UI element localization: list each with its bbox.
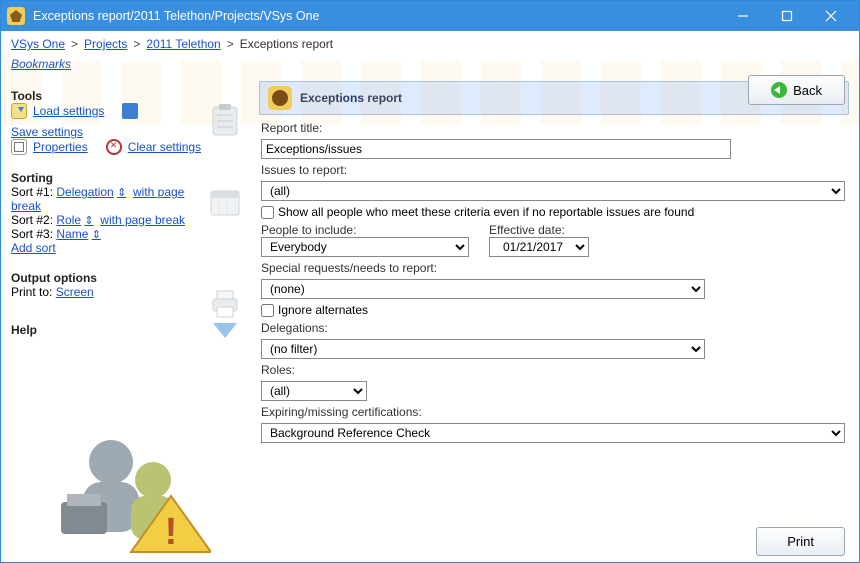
- issues-select[interactable]: (all): [261, 181, 845, 201]
- sort-row-2: Sort #2: Role ⇕ with page break: [11, 213, 207, 227]
- sort2-field-link[interactable]: Role: [56, 213, 81, 227]
- chevron-down-icon[interactable]: [207, 311, 243, 347]
- load-icon: [11, 103, 27, 119]
- properties-icon: [11, 139, 27, 155]
- report-title-label: Report title:: [261, 121, 847, 135]
- maximize-button[interactable]: [765, 1, 809, 31]
- app-window: Exceptions report/2011 Telethon/Projects…: [0, 0, 860, 563]
- window-title: Exceptions report/2011 Telethon/Projects…: [33, 9, 721, 23]
- print-button[interactable]: Print: [756, 527, 845, 556]
- sort-row-1: Sort #1: Delegation ⇕ with page break: [11, 185, 207, 213]
- sort3-direction[interactable]: ⇕: [92, 229, 101, 241]
- close-button[interactable]: [809, 1, 853, 31]
- delegations-label: Delegations:: [261, 321, 847, 335]
- effective-date-picker[interactable]: 01/21/2017: [489, 237, 589, 257]
- people-select[interactable]: Everybody: [261, 237, 469, 257]
- certs-label: Expiring/missing certifications:: [261, 405, 847, 419]
- special-select[interactable]: (none): [261, 279, 705, 299]
- show-all-checkbox-row[interactable]: Show all people who meet these criteria …: [261, 205, 847, 219]
- sort2-break-link[interactable]: with page break: [100, 213, 185, 227]
- clipboard-icon: [207, 103, 243, 139]
- clear-icon: [106, 139, 122, 155]
- special-label: Special requests/needs to report:: [261, 261, 847, 275]
- main-panel: Exceptions report Report title: Issues t…: [259, 81, 849, 511]
- back-arrow-icon: [771, 82, 787, 98]
- report-title-input[interactable]: [261, 139, 731, 159]
- output-header: Output options: [11, 271, 207, 285]
- show-all-label: Show all people who meet these criteria …: [278, 205, 694, 219]
- breadcrumb-item[interactable]: Projects: [84, 37, 127, 51]
- clear-settings-link[interactable]: Clear settings: [128, 140, 201, 154]
- sort3-field-link[interactable]: Name: [56, 227, 88, 241]
- app-icon: [7, 7, 25, 25]
- breadcrumb-item[interactable]: 2011 Telethon: [146, 37, 220, 51]
- add-sort-link[interactable]: Add sort: [11, 241, 56, 255]
- roles-label: Roles:: [261, 363, 847, 377]
- svg-text:!: !: [165, 511, 178, 553]
- save-icon: [122, 103, 138, 119]
- breadcrumb-sep: >: [133, 37, 140, 51]
- minimize-button[interactable]: [721, 1, 765, 31]
- bookmarks-link[interactable]: Bookmarks: [11, 57, 71, 71]
- sorting-header: Sorting: [11, 171, 207, 185]
- main-title: Exceptions report: [300, 91, 402, 105]
- people-warning-illustration: !: [61, 424, 211, 554]
- breadcrumb: VSys One > Projects > 2011 Telethon > Ex…: [1, 31, 859, 51]
- print-button-label: Print: [787, 534, 814, 549]
- show-all-checkbox[interactable]: [261, 206, 274, 219]
- ignore-alternates-checkbox[interactable]: [261, 304, 274, 317]
- properties-link[interactable]: Properties: [33, 140, 88, 154]
- issues-label: Issues to report:: [261, 163, 847, 177]
- save-settings-link[interactable]: Save settings: [11, 125, 83, 139]
- ignore-alternates-label: Ignore alternates: [278, 303, 368, 317]
- breadcrumb-current: Exceptions report: [240, 37, 333, 51]
- load-settings-link[interactable]: Load settings: [33, 104, 104, 118]
- breadcrumb-item[interactable]: VSys One: [11, 37, 65, 51]
- ignore-alternates-row[interactable]: Ignore alternates: [261, 303, 847, 317]
- people-label: People to include:: [261, 223, 469, 237]
- certs-select[interactable]: Background Reference Check: [261, 423, 845, 443]
- print-to-link[interactable]: Screen: [56, 285, 94, 299]
- help-header: Help: [11, 323, 207, 337]
- breadcrumb-sep: >: [71, 37, 78, 51]
- sort2-direction[interactable]: ⇕: [84, 215, 93, 227]
- effective-date-label: Effective date:: [489, 223, 589, 237]
- roles-select[interactable]: (all): [261, 381, 367, 401]
- back-button[interactable]: Back: [748, 75, 845, 105]
- calendar-icon: [207, 185, 243, 221]
- back-button-label: Back: [793, 83, 822, 98]
- titlebar: Exceptions report/2011 Telethon/Projects…: [1, 1, 859, 31]
- delegations-select[interactable]: (no filter): [261, 339, 705, 359]
- sort1-field-link[interactable]: Delegation: [56, 185, 113, 199]
- sort1-direction[interactable]: ⇕: [117, 187, 126, 199]
- report-icon: [268, 86, 292, 110]
- print-to-row: Print to: Screen: [11, 285, 207, 299]
- sort-row-3: Sort #3: Name ⇕: [11, 227, 207, 241]
- tools-header: Tools: [11, 89, 207, 103]
- breadcrumb-sep: >: [227, 37, 234, 51]
